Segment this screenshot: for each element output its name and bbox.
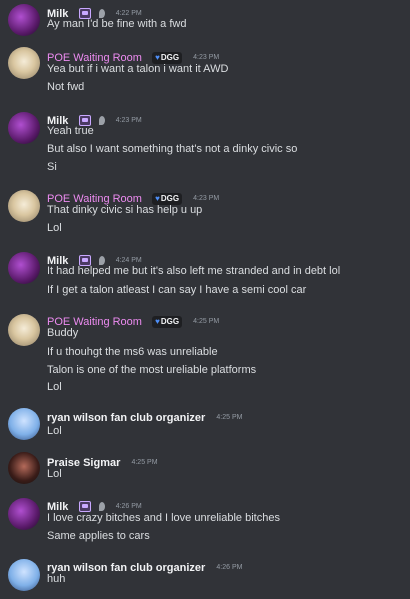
timestamp: 4:23 PM	[193, 195, 220, 202]
timestamp: 4:25 PM	[216, 414, 243, 421]
message-header: POE Waiting Room ♥DGG 4:23 PM	[47, 47, 220, 64]
heart-icon: ♥	[155, 193, 160, 203]
message-text: Yeah true	[47, 125, 94, 137]
timestamp: 4:26 PM	[216, 564, 243, 571]
timestamp: 4:22 PM	[115, 10, 142, 17]
chat-message-list: Milk 4:22 PM Ay man I'd be fine with a f…	[0, 0, 410, 599]
message-header: Milk 4:26 PM	[47, 496, 142, 513]
timestamp: 4:25 PM	[193, 318, 220, 325]
leaf-icon	[98, 502, 105, 511]
message-text: If I get a talon atleast I can say I hav…	[47, 284, 307, 296]
server-tag-label: DGG	[160, 52, 180, 62]
message-text: I love crazy bitches and I love unreliab…	[47, 512, 280, 524]
username[interactable]: ryan wilson fan club organizer	[47, 412, 205, 424]
message-text: Lol	[47, 468, 62, 480]
avatar[interactable]	[8, 190, 40, 222]
message-text: Lol	[47, 381, 62, 393]
message-text: That dinky civic si has help u up	[47, 204, 203, 216]
message-text: Lol	[47, 425, 62, 437]
avatar[interactable]	[8, 112, 40, 144]
avatar[interactable]	[8, 408, 40, 440]
message-header: POE Waiting Room ♥DGG 4:25 PM	[47, 311, 220, 328]
username[interactable]: ryan wilson fan club organizer	[47, 562, 205, 574]
heart-icon: ♥	[155, 316, 160, 326]
message-text: Ay man I'd be fine with a fwd	[47, 18, 187, 30]
timestamp: 4:26 PM	[115, 503, 142, 510]
message-text: If u thouhgt the ms6 was unreliable	[47, 346, 218, 358]
message-text: huh	[47, 573, 66, 585]
timestamp: 4:23 PM	[115, 117, 142, 124]
timestamp: 4:24 PM	[115, 257, 142, 264]
message-text: Buddy	[47, 327, 79, 339]
message-text: Same applies to cars	[47, 530, 150, 542]
avatar[interactable]	[8, 314, 40, 346]
message-text: Not fwd	[47, 81, 85, 93]
server-tag[interactable]: ♥DGG	[152, 315, 183, 328]
message-text: Lol	[47, 222, 62, 234]
message-header: Praise Sigmar 4:25 PM	[47, 452, 158, 469]
heart-icon: ♥	[155, 52, 160, 62]
avatar[interactable]	[8, 498, 40, 530]
message-text: Si	[47, 161, 57, 173]
timestamp: 4:25 PM	[131, 459, 158, 466]
message-text: Yea but if i want a talon i want it AWD	[47, 63, 229, 75]
leaf-icon	[98, 116, 105, 125]
message-text: But also I want something that's not a d…	[47, 143, 298, 155]
message-text: Talon is one of the most ureliable platf…	[47, 364, 257, 376]
message-header: ryan wilson fan club organizer 4:26 PM	[47, 557, 243, 574]
message-header: ryan wilson fan club organizer 4:25 PM	[47, 407, 243, 424]
avatar[interactable]	[8, 252, 40, 284]
server-tag-label: DGG	[160, 316, 180, 326]
timestamp: 4:23 PM	[193, 54, 220, 61]
message-text: It had helped me but it's also left me s…	[47, 265, 341, 277]
avatar[interactable]	[8, 559, 40, 591]
message-header: POE Waiting Room ♥DGG 4:23 PM	[47, 188, 220, 205]
avatar[interactable]	[8, 452, 40, 484]
avatar[interactable]	[8, 4, 40, 36]
server-tag-label: DGG	[160, 193, 180, 203]
avatar[interactable]	[8, 47, 40, 79]
